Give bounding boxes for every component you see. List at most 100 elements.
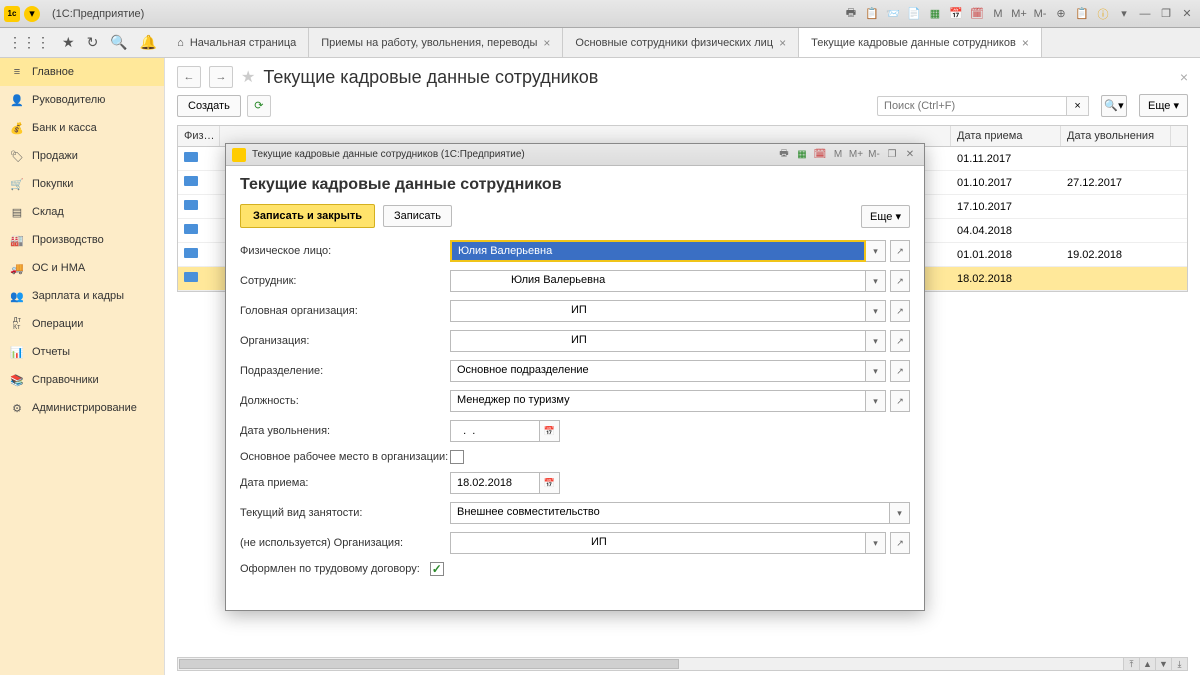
th-fire-date[interactable]: Дата увольнения [1061, 126, 1171, 146]
save-button[interactable]: Записать [383, 205, 452, 227]
calendar-icon[interactable]: 🗓 [968, 5, 986, 23]
sidebar-item-reports[interactable]: 📊Отчеты [0, 338, 164, 366]
mail-icon[interactable]: 📨 [884, 5, 902, 23]
calc-icon[interactable]: ▦ [926, 5, 944, 23]
m-plus-button[interactable]: M+ [1010, 5, 1028, 23]
calendar-button[interactable]: 📅 [540, 472, 560, 494]
tab-hires[interactable]: Приемы на работу, увольнения, переводы × [309, 28, 563, 57]
create-button[interactable]: Создать [177, 95, 241, 117]
sidebar-item-assets[interactable]: 🚚ОС и НМА [0, 254, 164, 282]
scroll-up-button[interactable]: ▲ [1139, 658, 1155, 670]
dropdown-button[interactable]: ▾ [866, 240, 886, 262]
star-icon[interactable]: ★ [62, 34, 75, 51]
modal-more-button[interactable]: Еще ▾ [861, 205, 910, 228]
close-icon[interactable]: × [779, 36, 786, 50]
info-dropdown-icon[interactable]: ▾ [1115, 5, 1133, 23]
modal-m-plus-button[interactable]: M+ [848, 147, 864, 163]
open-button[interactable]: ↗ [890, 240, 910, 262]
employee-input[interactable]: Юлия Валерьевна [450, 270, 866, 292]
close-page-button[interactable]: × [1180, 69, 1188, 85]
scrollbar-thumb[interactable] [179, 659, 679, 669]
save-and-close-button[interactable]: Записать и закрыть [240, 204, 375, 228]
tab-current-hr[interactable]: Текущие кадровые данные сотрудников × [799, 28, 1042, 57]
tab-main-employees[interactable]: Основные сотрудники физических лиц × [563, 28, 799, 57]
maximize-button[interactable]: ❐ [1157, 5, 1175, 23]
modal-close-button[interactable]: ✕ [902, 147, 918, 163]
open-button[interactable]: ↗ [890, 270, 910, 292]
dropdown-button[interactable]: ▾ [866, 390, 886, 412]
dropdown-button[interactable]: ▾ [866, 532, 886, 554]
m-minus-button[interactable]: M- [1031, 5, 1049, 23]
zoom-icon[interactable]: ⊕ [1052, 5, 1070, 23]
minimize-button[interactable]: — [1136, 5, 1154, 23]
search-input[interactable] [877, 96, 1067, 116]
hiredate-input[interactable] [450, 472, 540, 494]
scroll-down-button[interactable]: ▼ [1155, 658, 1171, 670]
emptype-input[interactable]: Внешнее совместительство [450, 502, 890, 524]
sidebar-item-main[interactable]: ≡Главное [0, 58, 164, 86]
search-icon[interactable]: 🔍 [110, 34, 127, 51]
sidebar-item-admin[interactable]: ⚙Администрирование [0, 394, 164, 422]
close-button[interactable]: ✕ [1178, 5, 1196, 23]
sidebar-item-warehouse[interactable]: ▤Склад [0, 198, 164, 226]
mainjob-checkbox[interactable] [450, 450, 464, 464]
close-icon[interactable]: × [543, 36, 550, 50]
org-input[interactable]: ИП [450, 330, 866, 352]
clipboard-icon[interactable]: 📋 [863, 5, 881, 23]
forward-button[interactable]: → [209, 66, 233, 88]
open-button[interactable]: ↗ [890, 330, 910, 352]
more-button[interactable]: Еще ▾ [1139, 94, 1188, 117]
unused-org-input[interactable]: ИП [450, 532, 866, 554]
apps-icon[interactable]: ⋮⋮⋮ [8, 34, 50, 51]
open-button[interactable]: ↗ [890, 360, 910, 382]
scroll-top-button[interactable]: ⤒ [1123, 658, 1139, 670]
th-hire-date[interactable]: Дата приема [951, 126, 1061, 146]
dept-input[interactable]: Основное подразделение [450, 360, 866, 382]
sidebar-item-production[interactable]: 🏭Производство [0, 226, 164, 254]
close-icon[interactable]: × [1022, 36, 1029, 50]
open-button[interactable]: ↗ [890, 532, 910, 554]
scroll-bottom-button[interactable]: ⤓ [1171, 658, 1187, 670]
sidebar-item-purchases[interactable]: 🛒Покупки [0, 170, 164, 198]
dropdown-button[interactable]: ▾ [866, 360, 886, 382]
print-icon[interactable]: 🖶 [842, 5, 860, 23]
back-button[interactable]: ← [177, 66, 201, 88]
open-button[interactable]: ↗ [890, 390, 910, 412]
modal-m-minus-button[interactable]: M- [866, 147, 882, 163]
dropdown-button[interactable]: ▾ [866, 300, 886, 322]
dropdown-button[interactable]: ▾ [866, 330, 886, 352]
person-input[interactable]: Юлия Валерьевна [450, 240, 866, 262]
sidebar-item-bank[interactable]: 💰Банк и касса [0, 114, 164, 142]
bell-icon[interactable]: 🔔 [140, 34, 157, 51]
modal-print-icon[interactable]: 🖶 [776, 147, 792, 163]
dropdown-button[interactable]: ▾ [866, 270, 886, 292]
position-input[interactable]: Менеджер по туризму [450, 390, 866, 412]
favorite-icon[interactable]: ★ [241, 67, 255, 87]
sidebar-item-refs[interactable]: 📚Справочники [0, 366, 164, 394]
sidebar-item-operations[interactable]: ДтКтОперации [0, 310, 164, 338]
lookup-button[interactable]: 🔍▾ [1101, 95, 1127, 117]
calendar-button[interactable]: 📅 [540, 420, 560, 442]
sidebar-item-hr[interactable]: 👥Зарплата и кадры [0, 282, 164, 310]
contract-checkbox[interactable] [430, 562, 444, 576]
open-button[interactable]: ↗ [890, 300, 910, 322]
headorg-input[interactable]: ИП [450, 300, 866, 322]
th-person[interactable]: Физ… [178, 126, 220, 146]
modal-calc-icon[interactable]: ▦ [794, 147, 810, 163]
clear-search-button[interactable]: × [1067, 96, 1089, 116]
paste-icon[interactable]: 📋 [1073, 5, 1091, 23]
m-button[interactable]: M [989, 5, 1007, 23]
horizontal-scrollbar[interactable]: ⤒ ▲ ▼ ⤓ [177, 657, 1188, 671]
modal-restore-button[interactable]: ❐ [884, 147, 900, 163]
history-icon[interactable]: ↻ [87, 34, 99, 51]
sidebar-item-sales[interactable]: 🏷Продажи [0, 142, 164, 170]
refresh-button[interactable]: ⟳ [247, 95, 271, 117]
doc-icon[interactable]: 📄 [905, 5, 923, 23]
dropdown-icon[interactable]: ▾ [24, 6, 40, 22]
date-icon[interactable]: 📅 [947, 5, 965, 23]
sidebar-item-manager[interactable]: 👤Руководителю [0, 86, 164, 114]
firedate-input[interactable] [450, 420, 540, 442]
info-icon[interactable]: ⓘ [1094, 5, 1112, 23]
modal-m-button[interactable]: M [830, 147, 846, 163]
tab-home[interactable]: ⌂ Начальная страница [165, 28, 309, 57]
